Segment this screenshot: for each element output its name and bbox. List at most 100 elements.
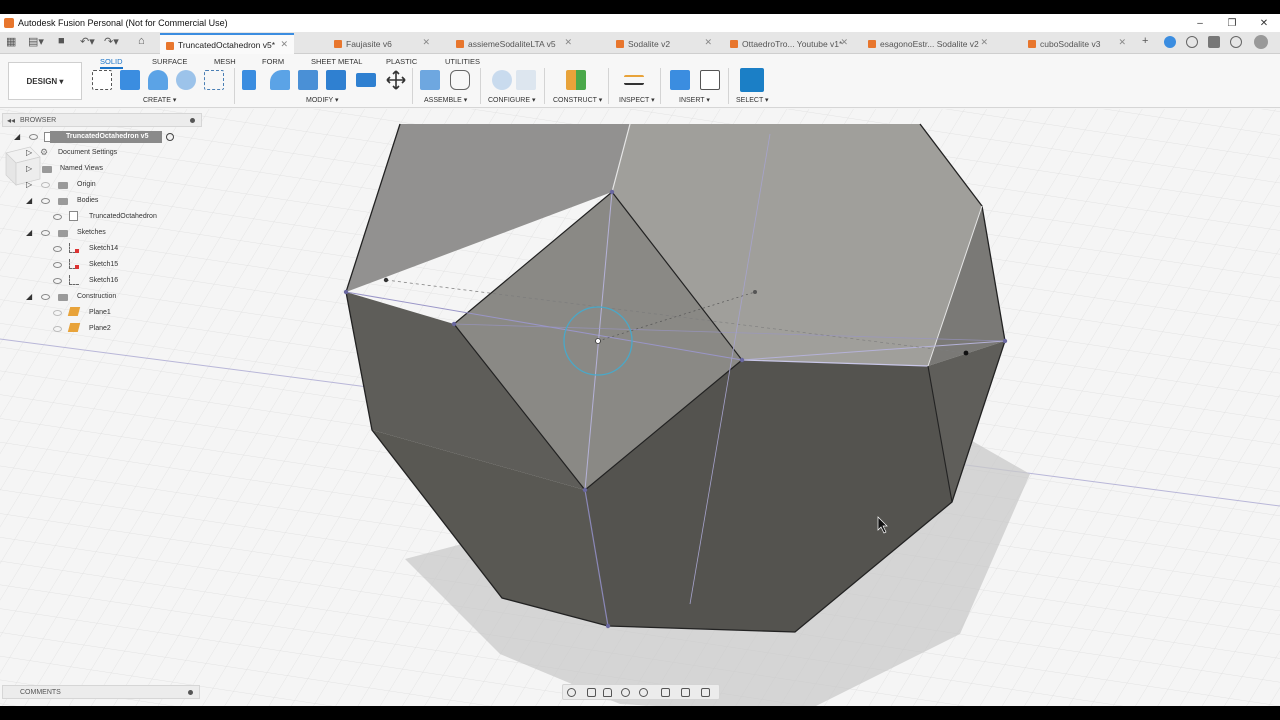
tree-item-document-settings[interactable]: Document Settings	[58, 149, 117, 156]
joint-icon[interactable]	[450, 70, 470, 90]
look-at-icon[interactable]	[587, 688, 596, 697]
minimize-button[interactable]: –	[1184, 14, 1216, 32]
visibility-eye-icon[interactable]	[53, 214, 62, 220]
close-tab-icon[interactable]: ✕	[564, 37, 572, 48]
undo-icon[interactable]: ↶▾	[80, 35, 95, 48]
insert-menu[interactable]: INSERT ▾	[679, 96, 710, 104]
expand-toggle-icon[interactable]: ▷	[26, 164, 32, 173]
expand-toggle-icon[interactable]: ▷	[26, 180, 32, 189]
revolve-icon[interactable]	[148, 70, 168, 90]
visibility-eye-icon[interactable]	[53, 246, 62, 252]
maximize-button[interactable]: ❐	[1216, 14, 1248, 32]
vertex-point[interactable]	[739, 357, 745, 363]
hole-icon[interactable]	[176, 70, 196, 90]
tab-form[interactable]: FORM	[262, 57, 284, 66]
close-tab-icon[interactable]: ✕	[422, 37, 430, 48]
help-icon[interactable]	[1230, 36, 1242, 48]
tree-item-sketch15[interactable]: Sketch15	[89, 261, 118, 268]
press-pull-icon[interactable]	[242, 70, 256, 90]
close-tab-icon[interactable]: ✕	[704, 37, 712, 48]
job-status-icon[interactable]	[1164, 36, 1176, 48]
close-window-button[interactable]: ✕	[1248, 14, 1280, 32]
insert-mesh-icon[interactable]	[700, 70, 720, 90]
workspace-switcher-button[interactable]: DESIGN ▾	[8, 62, 82, 100]
file-menu-icon[interactable]: ▤▾	[28, 35, 44, 48]
visibility-eye-icon[interactable]	[41, 230, 50, 236]
visibility-eye-icon[interactable]	[53, 262, 62, 268]
visibility-eye-icon[interactable]	[41, 182, 50, 188]
expand-toggle-icon[interactable]: ◢	[14, 132, 20, 141]
create-menu[interactable]: CREATE ▾	[143, 96, 176, 104]
tree-item-named-views[interactable]: Named Views	[60, 165, 103, 172]
collapse-browser-icon[interactable]: ◂◂	[7, 116, 15, 125]
move-icon[interactable]	[386, 70, 406, 90]
expand-toggle-icon[interactable]: ◢	[26, 228, 32, 237]
assemble-menu[interactable]: ASSEMBLE ▾	[424, 96, 467, 104]
close-tab-icon[interactable]: ✕	[980, 37, 988, 48]
sketch-point[interactable]	[963, 350, 969, 356]
tree-item-sketches[interactable]: Sketches	[77, 229, 106, 236]
tab-sodalite[interactable]: Sodalite v2 ✕	[610, 33, 718, 54]
pan-icon[interactable]	[603, 688, 612, 697]
tab-plastic[interactable]: PLASTIC	[386, 57, 417, 66]
select-menu[interactable]: SELECT ▾	[736, 96, 769, 104]
extrude-icon[interactable]	[120, 70, 140, 90]
visibility-eye-icon[interactable]	[29, 134, 38, 140]
configure-icon[interactable]	[492, 70, 512, 90]
shell-icon[interactable]	[326, 70, 346, 90]
modify-menu[interactable]: MODIFY ▾	[306, 96, 339, 104]
vertex-point[interactable]	[1002, 338, 1008, 344]
activate-component-icon[interactable]	[166, 133, 174, 141]
notifications-icon[interactable]	[1208, 36, 1220, 48]
new-component-icon[interactable]	[420, 70, 440, 90]
viewports-icon[interactable]	[701, 688, 710, 697]
tab-mesh[interactable]: MESH	[214, 57, 236, 66]
visibility-eye-icon[interactable]	[53, 310, 62, 316]
tab-solid[interactable]: SOLID	[100, 57, 123, 69]
create-sketch-icon[interactable]	[92, 70, 112, 90]
tab-ottaedro[interactable]: OttaedroTro... Youtube v1* ✕	[724, 33, 854, 54]
visibility-eye-icon[interactable]	[41, 198, 50, 204]
construct-plane-icon[interactable]	[566, 70, 586, 90]
tree-item-body[interactable]: TruncatedOctahedron	[89, 213, 157, 220]
fit-icon[interactable]	[639, 688, 648, 697]
expand-toggle-icon[interactable]: ◢	[26, 292, 32, 301]
select-icon[interactable]	[740, 68, 764, 92]
fillet-icon[interactable]	[270, 70, 290, 90]
visibility-eye-icon[interactable]	[53, 278, 62, 284]
tab-cubo-sodalite[interactable]: cuboSodalite v3 ✕	[1022, 33, 1132, 54]
sketch-point[interactable]	[383, 277, 389, 283]
close-tab-icon[interactable]: ✕	[1118, 37, 1126, 48]
grid-menu-icon[interactable]: ▦	[6, 35, 16, 48]
tree-item-sketch14[interactable]: Sketch14	[89, 245, 118, 252]
visibility-eye-icon[interactable]	[53, 326, 62, 332]
tab-utilities[interactable]: UTILITIES	[445, 57, 480, 66]
tree-item-bodies[interactable]: Bodies	[77, 197, 98, 204]
expand-toggle-icon[interactable]: ▷	[26, 148, 32, 157]
expand-toggle-icon[interactable]: ◢	[26, 196, 32, 205]
insert-image-icon[interactable]	[670, 70, 690, 90]
close-tab-icon[interactable]: ✕	[840, 37, 848, 48]
zoom-icon[interactable]	[621, 688, 630, 697]
browser-options-icon[interactable]	[190, 118, 195, 123]
tab-assieme-sodalite[interactable]: assiemeSodaliteLTA v5 ✕	[450, 33, 578, 54]
tree-item-construction[interactable]: Construction	[77, 293, 116, 300]
redo-icon[interactable]: ↷▾	[104, 35, 119, 48]
tree-item-plane1[interactable]: Plane1	[89, 309, 111, 316]
save-icon[interactable]: ■	[58, 35, 65, 47]
combine-icon[interactable]	[356, 73, 376, 87]
tab-faujasite[interactable]: Faujasite v6 ✕	[328, 33, 436, 54]
construct-menu[interactable]: CONSTRUCT ▾	[553, 96, 602, 104]
home-icon[interactable]: ⌂	[138, 35, 145, 47]
vertex-point[interactable]	[582, 487, 588, 493]
tab-esagono[interactable]: esagonoEstr... Sodalite v2 ✕	[862, 33, 994, 54]
vertex-point[interactable]	[609, 189, 615, 195]
vertex-point[interactable]	[605, 623, 611, 629]
new-tab-icon[interactable]: +	[1142, 35, 1148, 47]
pattern-icon[interactable]	[204, 70, 224, 90]
configure-table-icon[interactable]	[516, 70, 536, 90]
tree-item-origin[interactable]: Origin	[77, 181, 96, 188]
tree-item-plane2[interactable]: Plane2	[89, 325, 111, 332]
tab-surface[interactable]: SURFACE	[152, 57, 187, 66]
extensions-icon[interactable]	[1186, 36, 1198, 48]
